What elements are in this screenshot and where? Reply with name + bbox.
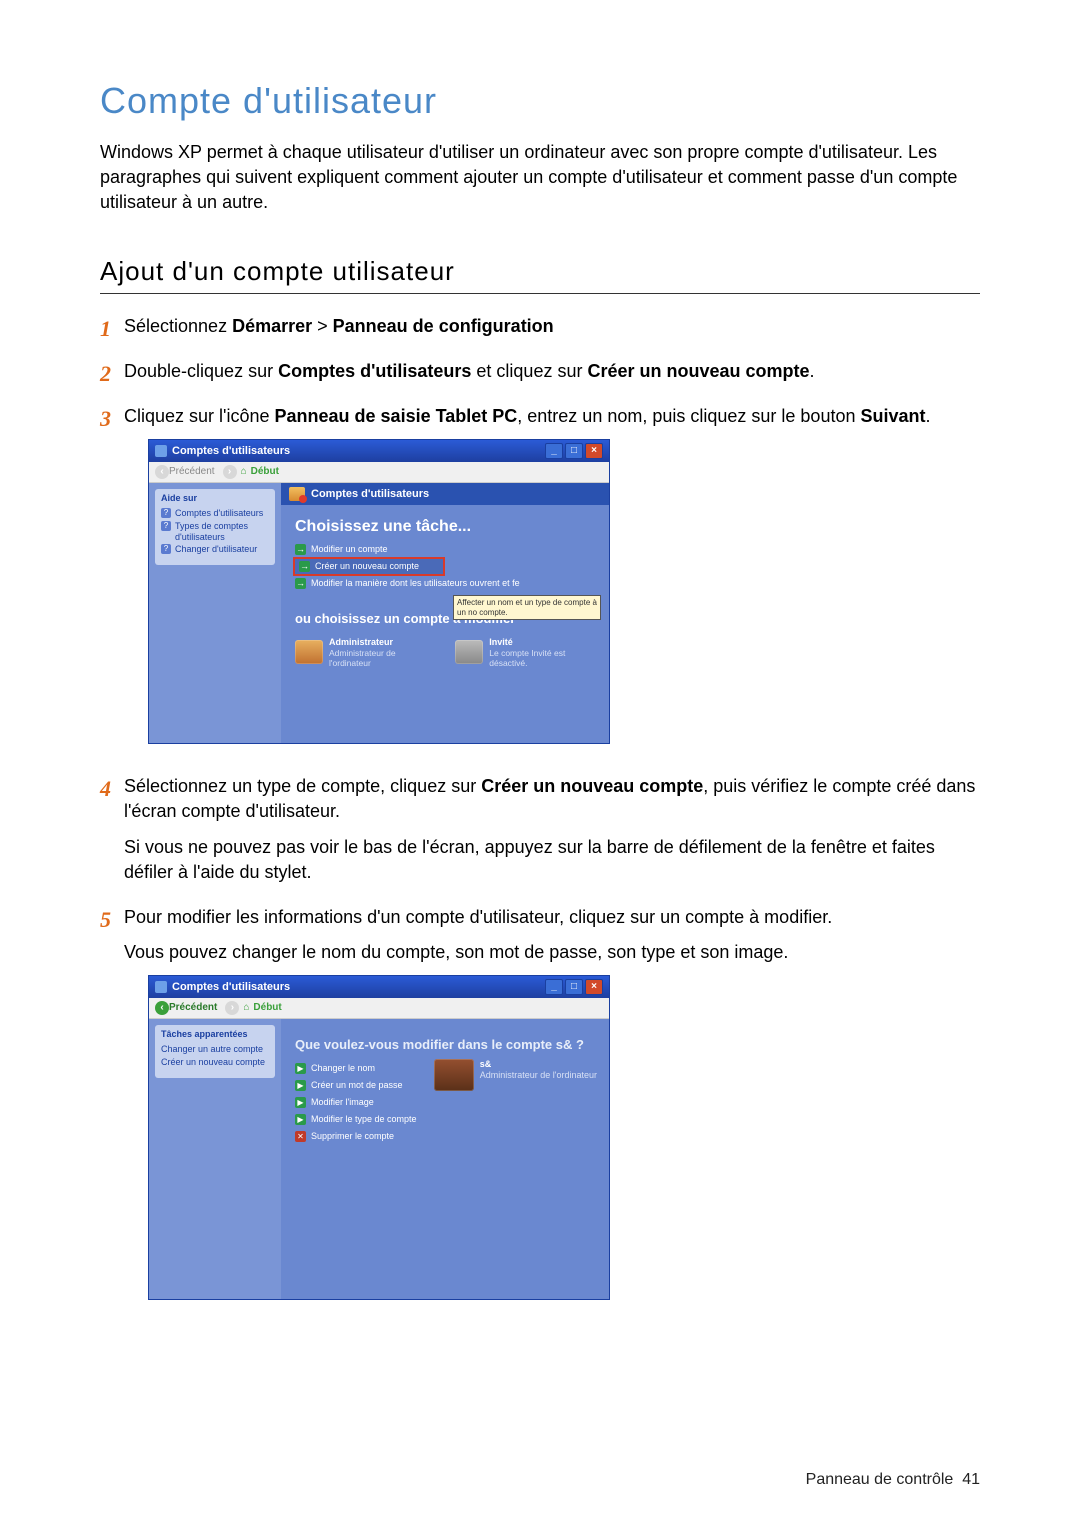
minimize-button[interactable]: _ [545, 443, 563, 459]
help-icon: ? [161, 508, 171, 518]
action-icon: ▶ [295, 1114, 306, 1125]
task-create-account[interactable]: Créer un nouveau compte [295, 559, 443, 574]
step-number-5: 5 [100, 905, 124, 1320]
action-icon: ▶ [295, 1097, 306, 1108]
step-number-4: 4 [100, 774, 124, 895]
sidebar-item-types[interactable]: ?Types de comptes d'utilisateurs [161, 521, 269, 543]
forward-icon[interactable]: › [223, 465, 237, 479]
window-icon [155, 445, 167, 457]
window-titlebar[interactable]: Comptes d'utilisateurs _ □ × [149, 440, 609, 462]
arrow-icon [295, 578, 306, 589]
action-delete-icon: ✕ [295, 1131, 306, 1142]
home-button-label[interactable]: Début [253, 1002, 281, 1014]
sidebar-help-block: Aide sur ?Comptes d'utilisateurs ?Types … [155, 489, 275, 565]
sidebar-item-accounts[interactable]: ?Comptes d'utilisateurs [161, 508, 269, 519]
avatar-admin [295, 640, 323, 664]
home-icon[interactable]: ⌂ [243, 1002, 249, 1014]
action-delete-account[interactable]: ✕Supprimer le compte [295, 1131, 595, 1142]
task-modify-account[interactable]: Modifier un compte [295, 544, 595, 555]
sidebar-item-switch[interactable]: ?Changer d'utilisateur [161, 544, 269, 555]
tooltip: Affecter un nom et un type de compte à u… [453, 595, 601, 620]
step-1-text: Sélectionnez Démarrer > Panneau de confi… [124, 314, 980, 349]
home-button-label[interactable]: Début [251, 466, 279, 478]
sidebar-heading: Aide sur [161, 493, 269, 504]
step-number-1: 1 [100, 314, 124, 349]
sidebar-heading: Tâches apparentées [161, 1029, 269, 1040]
step-4-text: Sélectionnez un type de compte, cliquez … [124, 774, 980, 895]
back-icon[interactable]: ‹ [155, 465, 169, 479]
arrow-icon [299, 561, 310, 572]
close-button[interactable]: × [585, 979, 603, 995]
account-card-guest[interactable]: Invité Le compte Invité est désactivé. [455, 637, 595, 668]
sidebar-item-create-new[interactable]: Créer un nouveau compte [161, 1057, 269, 1068]
users-icon [289, 487, 305, 501]
maximize-button[interactable]: □ [565, 443, 583, 459]
window-titlebar[interactable]: Comptes d'utilisateurs _ □ × [149, 976, 609, 998]
section-heading: Ajout d'un compte utilisateur [100, 256, 980, 294]
sidebar: Aide sur ?Comptes d'utilisateurs ?Types … [149, 483, 281, 743]
toolbar: ‹ Précédent › ⌂ Début [149, 462, 609, 483]
step-number-3: 3 [100, 404, 124, 764]
screenshot-user-account-edit: Comptes d'utilisateurs _ □ × ‹ Précédent… [148, 975, 610, 1300]
banner: Comptes d'utilisateurs [281, 483, 609, 505]
task-heading: Choisissez une tâche... [295, 517, 595, 536]
window-title: Comptes d'utilisateurs [172, 981, 290, 994]
close-button[interactable]: × [585, 443, 603, 459]
account-card-admin[interactable]: Administrateur Administrateur de l'ordin… [295, 637, 429, 668]
maximize-button[interactable]: □ [565, 979, 583, 995]
window-title: Comptes d'utilisateurs [172, 445, 290, 458]
page-footer: Panneau de contrôle 41 [806, 1471, 980, 1489]
toolbar: ‹ Précédent › ⌂ Début [149, 998, 609, 1019]
step-number-2: 2 [100, 359, 124, 394]
intro-paragraph: Windows XP permet à chaque utilisateur d… [100, 140, 980, 216]
step-3-text: Cliquez sur l'icône Panneau de saisie Ta… [124, 404, 980, 764]
window-icon [155, 981, 167, 993]
task-change-logon[interactable]: Modifier la manière dont les utilisateur… [295, 578, 595, 589]
action-icon: ▶ [295, 1080, 306, 1091]
step-5-text: Pour modifier les informations d'un comp… [124, 905, 980, 1320]
forward-icon[interactable]: › [225, 1001, 239, 1015]
avatar [434, 1059, 474, 1091]
help-icon: ? [161, 521, 171, 531]
home-icon[interactable]: ⌂ [241, 466, 247, 478]
action-change-type[interactable]: ▶Modifier le type de compte [295, 1114, 595, 1125]
back-icon[interactable]: ‹ [155, 1001, 169, 1015]
page-title: Compte d'utilisateur [100, 80, 980, 122]
help-icon: ? [161, 544, 171, 554]
screenshot-user-accounts-main: Comptes d'utilisateurs _ □ × ‹ Précédent… [148, 439, 610, 744]
avatar-guest [455, 640, 483, 664]
main-panel: Comptes d'utilisateurs Choisissez une tâ… [281, 483, 609, 743]
arrow-icon [295, 544, 306, 555]
action-change-image[interactable]: ▶Modifier l'image [295, 1097, 595, 1108]
action-icon: ▶ [295, 1063, 306, 1074]
minimize-button[interactable]: _ [545, 979, 563, 995]
step-2-text: Double-cliquez sur Comptes d'utilisateur… [124, 359, 980, 394]
back-button-label[interactable]: Précédent [169, 466, 215, 478]
sidebar-related-tasks: Tâches apparentées Changer un autre comp… [155, 1025, 275, 1077]
sidebar-item-change-other[interactable]: Changer un autre compte [161, 1044, 269, 1055]
main-panel: Que voulez-vous modifier dans le compte … [281, 1019, 609, 1299]
back-button-label[interactable]: Précédent [169, 1002, 217, 1014]
profile-summary: s& Administrateur de l'ordinateur [434, 1059, 597, 1091]
question-heading: Que voulez-vous modifier dans le compte … [295, 1037, 595, 1053]
sidebar: Tâches apparentées Changer un autre comp… [149, 1019, 281, 1299]
